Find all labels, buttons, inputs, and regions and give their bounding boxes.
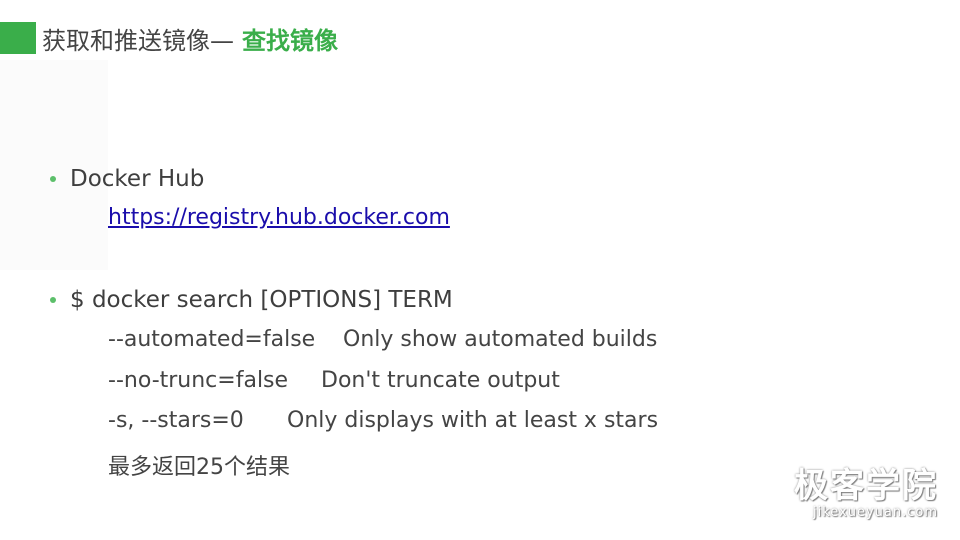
option-description: Only displays with at least x stars	[287, 408, 659, 433]
docker-hub-link-line: https://registry.hub.docker.com	[108, 205, 450, 230]
bullet-dot-icon	[50, 176, 56, 182]
slide-title-highlight: 查找镜像	[242, 26, 338, 55]
background-panel	[0, 60, 108, 270]
watermark-brand: 极客学院	[794, 466, 938, 506]
bullet-label: Docker Hub	[70, 166, 205, 192]
watermark-url: jikexueyuan.com	[812, 505, 938, 520]
result-limit-note: 最多返回25个结果	[108, 455, 290, 480]
option-line: --no-trunc=false Don't truncate output	[108, 368, 560, 393]
slide-header: 获取和推送镜像— 查找镜像	[0, 18, 338, 58]
bullet-docker-hub: Docker Hub	[50, 166, 204, 192]
bullet-docker-search: $ docker search [OPTIONS] TERM	[50, 287, 453, 313]
docker-hub-link[interactable]: https://registry.hub.docker.com	[108, 205, 450, 230]
watermark: 极客学院 jikexueyuan.com	[794, 467, 938, 520]
bullet-label: $ docker search [OPTIONS] TERM	[70, 287, 453, 313]
option-description: Don't truncate output	[321, 368, 560, 393]
slide-title: 获取和推送镜像—	[42, 26, 234, 55]
option-flag: --no-trunc=false	[108, 368, 289, 393]
slide: 获取和推送镜像— 查找镜像 Docker Hub https://registr…	[0, 0, 960, 540]
option-description: Only show automated builds	[343, 327, 658, 352]
title-accent-block	[0, 22, 36, 54]
option-flag: --automated=false	[108, 327, 316, 352]
option-line: --automated=false Only show automated bu…	[108, 327, 657, 352]
option-line: -s, --stars=0 Only displays with at leas…	[108, 408, 658, 433]
bullet-dot-icon	[50, 297, 56, 303]
option-flag: -s, --stars=0	[108, 408, 244, 433]
